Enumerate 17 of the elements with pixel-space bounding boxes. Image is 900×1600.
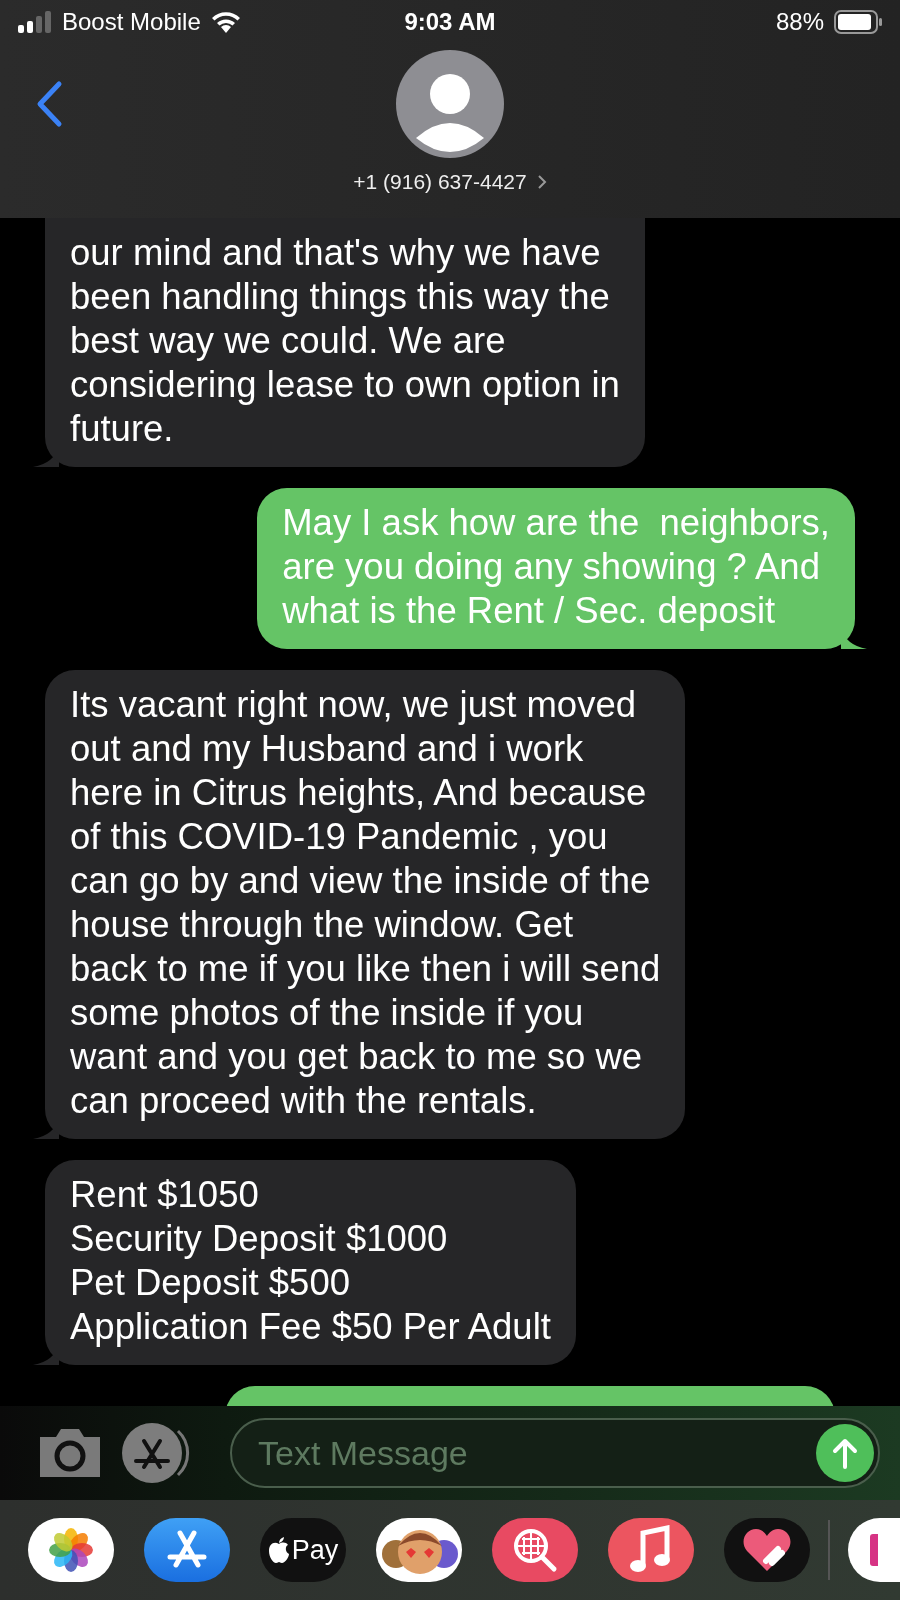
battery-percent: 88% <box>775 8 824 36</box>
message-text: May I ask how are the neighbors, are you doing any showing ? And what is the Rent / Sec. deposit <box>282 501 830 633</box>
clock-time: 9:03 AM <box>404 8 496 36</box>
carrier-name: Boost Mobile <box>62 8 201 36</box>
apple-logo-icon <box>267 1537 290 1563</box>
chevron-right-icon <box>536 174 547 190</box>
apple-pay-app-button[interactable]: Pay <box>260 1518 346 1582</box>
message-input[interactable]: Text Message <box>230 1418 880 1488</box>
wifi-icon <box>210 11 241 33</box>
message-text: Its vacant right now, we just moved out and my Husband and i work here in Citrus heights, And because of this COVID-19 Pandemic , you can go by and view the inside of the house through the window. Get back to me if you like then i will send some photos of the inside if you want and you get back to me so we can proceed with the rentals. <box>70 683 661 1123</box>
signal-icon <box>18 11 52 33</box>
battery-icon <box>834 10 882 34</box>
avatar-icon[interactable] <box>396 50 504 158</box>
contact-number[interactable]: +1 (916) 637-4427 <box>353 170 527 194</box>
arrow-up-icon <box>832 1437 858 1469</box>
message-text: our mind and that's why we have been handling things this way the best way we could. We are considering lease to own option in future. <box>70 231 620 451</box>
message-text: Rent $1050 Security Deposit $1000 Pet Deposit $500 Application Fee $50 Per Adult <box>70 1173 551 1349</box>
